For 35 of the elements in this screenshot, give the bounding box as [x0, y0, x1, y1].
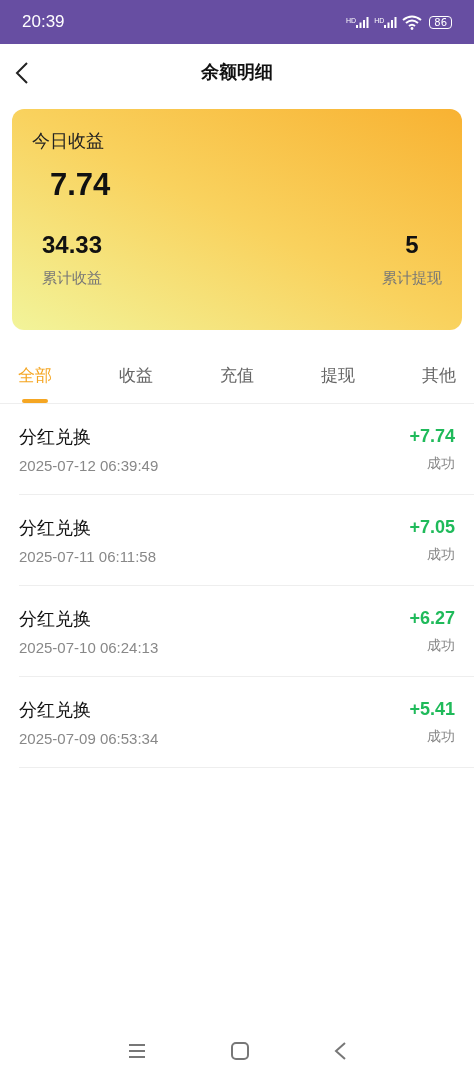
record-status: 成功 — [427, 454, 455, 473]
record-title: 分红兑换 — [19, 424, 92, 449]
menu-icon[interactable] — [128, 1043, 146, 1059]
filter-tab[interactable]: 提现 — [311, 355, 365, 403]
status-time: 20:39 — [22, 12, 65, 32]
stat-label: 累计收益 — [42, 269, 103, 288]
filter-tab[interactable]: 收益 — [109, 355, 163, 403]
record-status: 成功 — [427, 636, 455, 655]
filter-tab[interactable]: 充值 — [210, 355, 264, 403]
today-value: 7.74 — [50, 167, 111, 203]
record-status: 成功 — [427, 727, 455, 746]
stat-value: 34.33 — [42, 231, 103, 259]
wifi-icon — [402, 14, 423, 30]
record-title: 分红兑换 — [19, 606, 92, 631]
record-amount: +7.05 — [409, 516, 455, 538]
today-label: 今日收益 — [32, 129, 104, 153]
record-time: 2025-07-09 06:53:34 — [19, 729, 159, 747]
record-time: 2025-07-11 06:11:58 — [19, 547, 157, 565]
record-amount: +5.41 — [409, 698, 455, 720]
record-time: 2025-07-12 06:39:49 — [19, 456, 159, 474]
back-icon[interactable] — [334, 1042, 346, 1060]
record-title: 分红兑换 — [19, 697, 92, 722]
record-amount: +7.74 — [409, 425, 455, 447]
record-time: 2025-07-10 06:24:13 — [19, 638, 159, 656]
battery-indicator: 86 — [429, 15, 452, 29]
filter-tab[interactable]: 其他 — [412, 355, 466, 403]
record-amount: +6.27 — [409, 607, 455, 629]
stat-label: 累计提现 — [382, 269, 442, 288]
home-icon[interactable] — [231, 1042, 249, 1060]
record-title: 分红兑换 — [19, 515, 92, 540]
record-status: 成功 — [427, 545, 455, 564]
stat-value: 5 — [405, 231, 419, 259]
signal-icon — [384, 16, 398, 28]
signal-icon — [356, 16, 370, 28]
page-title: 余额明细 — [201, 60, 273, 84]
